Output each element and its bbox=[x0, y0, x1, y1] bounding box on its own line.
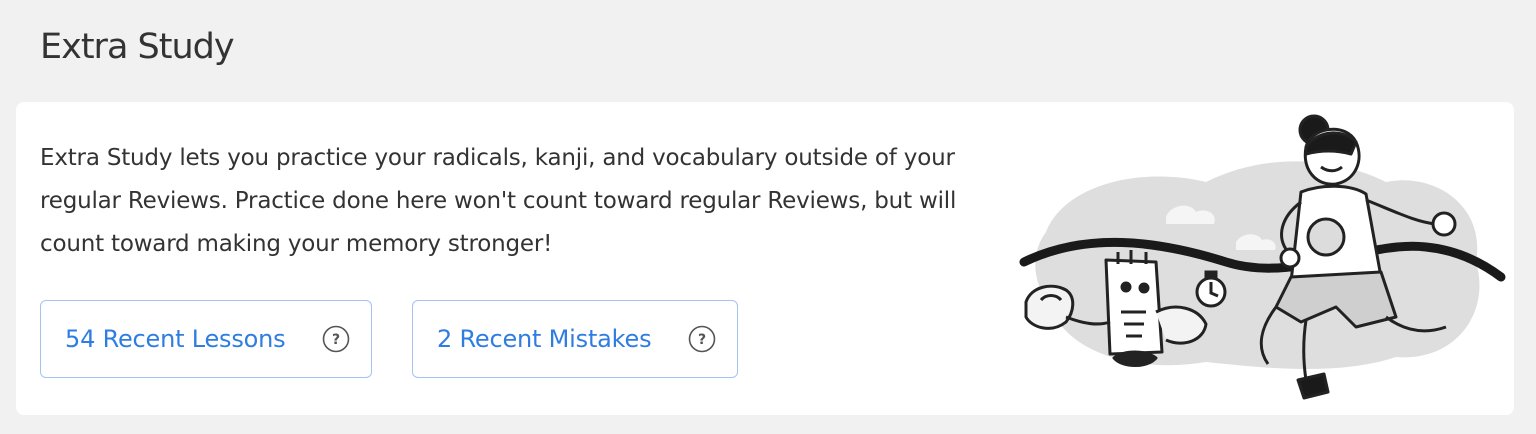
finish-line-runner-illustration bbox=[1006, 112, 1506, 407]
svg-text:?: ? bbox=[332, 332, 340, 348]
recent-mistakes-label: 2 Recent Mistakes bbox=[437, 325, 652, 353]
recent-lessons-label: 54 Recent Lessons bbox=[65, 325, 286, 353]
recent-mistakes-button[interactable]: 2 Recent Mistakes ? bbox=[412, 300, 738, 378]
extra-study-card: Extra Study lets you practice your radic… bbox=[16, 102, 1514, 415]
recent-lessons-button[interactable]: 54 Recent Lessons ? bbox=[40, 300, 372, 378]
svg-text:?: ? bbox=[698, 332, 706, 348]
help-icon[interactable]: ? bbox=[322, 325, 350, 353]
help-icon[interactable]: ? bbox=[688, 325, 716, 353]
extra-study-description: Extra Study lets you practice your radic… bbox=[40, 145, 957, 257]
section-title: Extra Study bbox=[40, 27, 235, 67]
